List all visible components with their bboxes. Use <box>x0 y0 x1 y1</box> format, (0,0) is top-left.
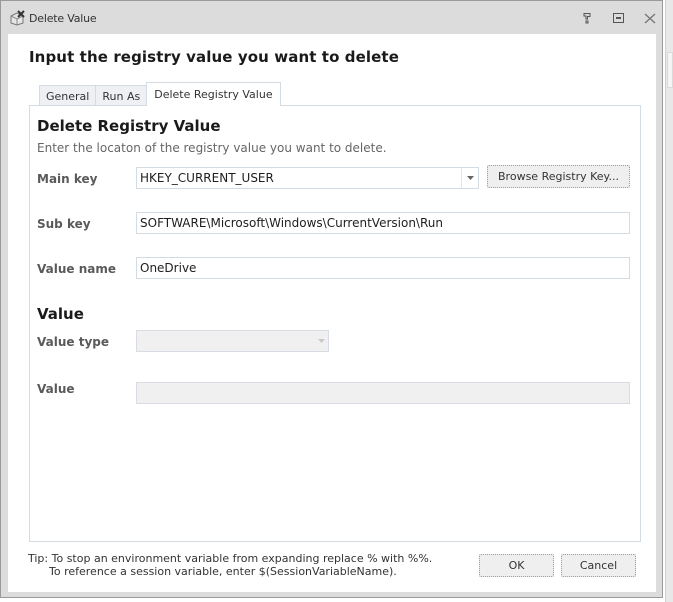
tip-line-1: Tip: To stop an environment variable fro… <box>28 552 433 565</box>
value-section-title: Value <box>37 305 84 323</box>
title-bar[interactable]: Delete Value <box>1 1 662 34</box>
main-key-label: Main key <box>37 172 98 186</box>
chevron-down-icon[interactable] <box>318 331 325 351</box>
close-icon <box>644 12 656 24</box>
maximize-button[interactable] <box>609 9 627 27</box>
value-name-label: Value name <box>37 262 116 276</box>
value-type-label: Value type <box>37 335 109 349</box>
dialog-window: Delete Value Input the registry value yo… <box>0 0 663 598</box>
browse-registry-key-button[interactable]: Browse Registry Key... <box>487 165 630 188</box>
tab-panel: Delete Registry Value Enter the locaton … <box>29 105 641 542</box>
tip-line-2: To reference a session variable, enter $… <box>49 565 397 578</box>
value-type-dropdown[interactable] <box>136 330 329 352</box>
section-description: Enter the locaton of the registry value … <box>37 141 387 155</box>
sub-key-input[interactable]: SOFTWARE\Microsoft\Windows\CurrentVersio… <box>136 212 630 234</box>
value-label: Value <box>37 382 75 396</box>
dialog-content: Input the registry value you want to del… <box>8 34 656 592</box>
tip-text: Tip: To stop an environment variable fro… <box>28 552 432 578</box>
main-key-dropdown[interactable]: HKEY_CURRENT_USER <box>136 167 479 189</box>
help-button[interactable] <box>578 9 596 27</box>
section-title: Delete Registry Value <box>37 117 221 135</box>
tab-delete-registry-value[interactable]: Delete Registry Value <box>146 82 281 106</box>
cancel-button[interactable]: Cancel <box>561 554 636 577</box>
background-window-edge <box>663 0 673 602</box>
tab-run-as[interactable]: Run As <box>95 85 148 106</box>
value-name-input[interactable]: OneDrive <box>136 257 630 279</box>
tab-bar: General Run As Delete Registry Value <box>39 82 281 106</box>
background-edge-strip <box>665 0 673 602</box>
sub-key-label: Sub key <box>37 217 91 231</box>
value-input[interactable] <box>136 382 630 404</box>
help-icon <box>583 13 591 24</box>
dialog-heading: Input the registry value you want to del… <box>29 48 399 66</box>
registry-delete-icon <box>9 10 26 26</box>
window-title: Delete Value <box>29 12 97 25</box>
chevron-down-icon[interactable] <box>461 168 478 188</box>
background-edge-handle <box>667 52 673 88</box>
main-key-value: HKEY_CURRENT_USER <box>140 171 274 185</box>
close-button[interactable] <box>641 9 659 27</box>
ok-button[interactable]: OK <box>479 554 554 577</box>
maximize-icon <box>612 13 624 23</box>
tab-general[interactable]: General <box>39 85 97 106</box>
